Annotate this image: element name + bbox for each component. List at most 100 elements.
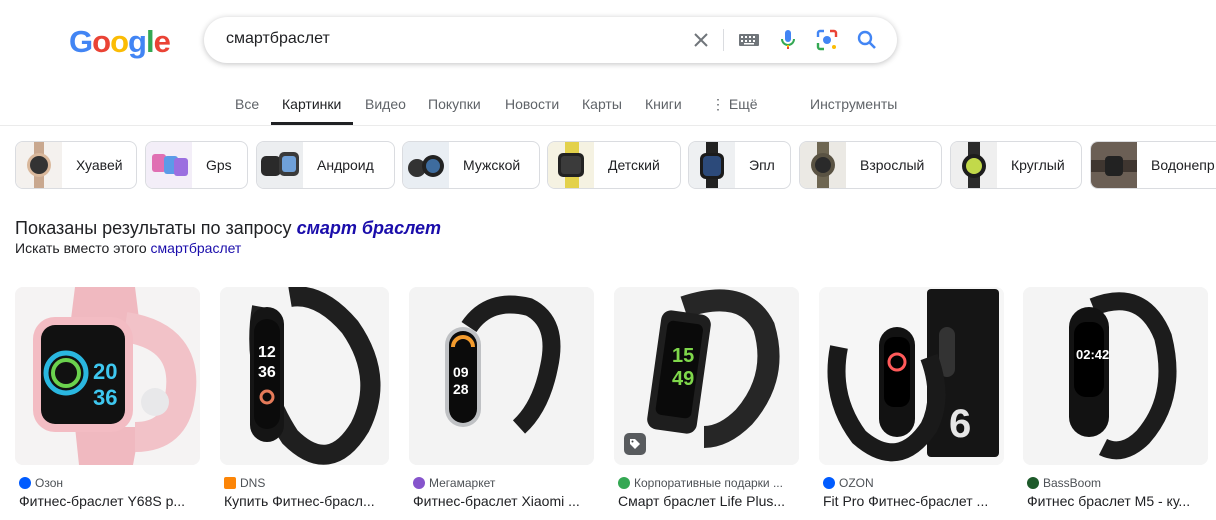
chip-thumbnail — [548, 142, 594, 188]
source-name: Корпоративные подарки ... — [634, 476, 783, 490]
result-title[interactable]: Фитнес-браслет Xiaomi ... — [413, 493, 593, 509]
source-favicon — [618, 477, 630, 489]
tab-maps[interactable]: Карты — [582, 96, 622, 112]
logo-letter: o — [92, 24, 111, 59]
product-tag-icon — [624, 433, 646, 455]
chip-apple[interactable]: Эпл — [688, 141, 791, 189]
logo-letter: l — [145, 24, 155, 59]
chip-thumbnail — [257, 142, 303, 188]
google-logo[interactable]: Google — [69, 24, 171, 60]
original-query-link[interactable]: смартбраслет — [151, 240, 242, 256]
result-thumbnail[interactable]: 6 — [819, 287, 1004, 465]
chip-label: Gps — [206, 157, 232, 173]
source-name: OZON — [839, 476, 874, 490]
result-source[interactable]: Мегамаркет — [413, 476, 495, 490]
chip-adult[interactable]: Взрослый — [799, 141, 942, 189]
chip-label: Круглый — [1011, 157, 1065, 173]
search-input[interactable]: смартбраслет — [226, 30, 330, 48]
tab-more[interactable]: ⋮ Ещё — [711, 96, 758, 113]
result-thumbnail[interactable]: 20 36 — [15, 287, 200, 465]
header-divider — [0, 125, 1216, 126]
logo-letter: o — [110, 24, 129, 59]
result-title[interactable]: Fit Pro Фитнес-браслет ... — [823, 493, 1003, 509]
chip-android[interactable]: Андроид — [256, 141, 395, 189]
tools-button[interactable]: Инструменты — [810, 96, 897, 112]
svg-text:36: 36 — [93, 385, 117, 410]
chip-label: Детский — [608, 157, 660, 173]
clear-icon[interactable] — [689, 28, 713, 52]
chip-mens[interactable]: Мужской — [402, 141, 540, 189]
instead-prefix: Искать вместо этого — [15, 240, 147, 256]
source-favicon — [413, 477, 425, 489]
chip-label: Хуавей — [76, 157, 123, 173]
svg-text:20: 20 — [93, 359, 117, 384]
svg-text:6: 6 — [949, 402, 971, 446]
source-favicon — [823, 477, 835, 489]
result-title[interactable]: Фитнес браслет М5 - ку... — [1027, 493, 1212, 509]
lens-icon[interactable] — [815, 28, 839, 52]
source-favicon — [224, 477, 236, 489]
chip-thumbnail — [689, 142, 735, 188]
result-source[interactable]: Озон — [19, 476, 63, 490]
chip-label: Мужской — [463, 157, 521, 173]
result-source[interactable]: BassBoom — [1027, 476, 1101, 490]
tab-all[interactable]: Все — [235, 96, 259, 112]
keyboard-icon[interactable] — [737, 28, 761, 52]
source-name: DNS — [240, 476, 266, 490]
result-thumbnail[interactable]: 15 49 — [614, 287, 799, 465]
result-thumbnail[interactable]: 09 28 — [409, 287, 594, 465]
result-source[interactable]: Корпоративные подарки ... — [618, 476, 783, 490]
tab-books[interactable]: Книги — [645, 96, 682, 112]
result-source[interactable]: OZON — [823, 476, 874, 490]
svg-text:36: 36 — [258, 364, 276, 381]
chip-thumbnail — [403, 142, 449, 188]
tab-shopping[interactable]: Покупки — [428, 96, 481, 112]
svg-text:12: 12 — [258, 344, 276, 361]
chip-thumbnail — [951, 142, 997, 188]
result-title[interactable]: Купить Фитнес-брасл... — [224, 493, 389, 509]
svg-text:09: 09 — [453, 364, 469, 380]
source-name: BassBoom — [1043, 476, 1102, 490]
search-instead-notice: Искать вместо этого смартбраслет — [15, 240, 241, 256]
chip-waterproof[interactable]: Водонепр — [1090, 141, 1216, 189]
logo-letter: g — [128, 24, 147, 59]
chip-huawei[interactable]: Хуавей — [15, 141, 137, 189]
tab-images[interactable]: Картинки — [282, 96, 341, 112]
source-name: Озон — [35, 476, 64, 490]
showing-results-notice: Показаны результаты по запросу смарт бра… — [15, 218, 441, 239]
svg-text:15: 15 — [672, 345, 694, 367]
tab-videos[interactable]: Видео — [365, 96, 406, 112]
chip-kids[interactable]: Детский — [547, 141, 681, 189]
svg-text:28: 28 — [453, 381, 469, 397]
chip-thumbnail — [146, 142, 192, 188]
search-icon[interactable] — [855, 28, 879, 52]
showing-prefix: Показаны результаты по запросу — [15, 218, 292, 238]
logo-letter: G — [69, 24, 93, 59]
chip-thumbnail — [1091, 142, 1137, 188]
result-thumbnail[interactable]: 02:42 — [1023, 287, 1208, 465]
svg-text:02:42: 02:42 — [1076, 347, 1109, 362]
search-box[interactable]: смартбраслет — [204, 17, 897, 63]
chip-label: Взрослый — [860, 157, 925, 173]
chip-round[interactable]: Круглый — [950, 141, 1082, 189]
search-divider — [723, 29, 724, 51]
result-title[interactable]: Смарт браслет Life Plus... — [618, 493, 798, 509]
chip-label: Эпл — [749, 157, 775, 173]
svg-text:49: 49 — [672, 368, 694, 390]
microphone-icon[interactable] — [776, 28, 800, 52]
result-source[interactable]: DNS — [224, 476, 265, 490]
logo-letter: e — [153, 24, 171, 59]
result-title[interactable]: Фитнес-браслет Y68S р... — [19, 493, 199, 509]
source-favicon — [19, 477, 31, 489]
source-favicon — [1027, 477, 1039, 489]
search-tabs: Все Картинки Видео Покупки Новости Карты… — [0, 96, 1216, 126]
chip-thumbnail — [16, 142, 62, 188]
chip-label: Водонепр — [1151, 157, 1215, 173]
tab-news[interactable]: Новости — [505, 96, 559, 112]
source-name: Мегамаркет — [429, 476, 496, 490]
chip-label: Андроид — [317, 157, 374, 173]
chip-thumbnail — [800, 142, 846, 188]
result-thumbnail[interactable]: 12 36 — [220, 287, 389, 465]
corrected-query-link[interactable]: смарт браслет — [297, 218, 441, 238]
chip-gps[interactable]: Gps — [145, 141, 248, 189]
